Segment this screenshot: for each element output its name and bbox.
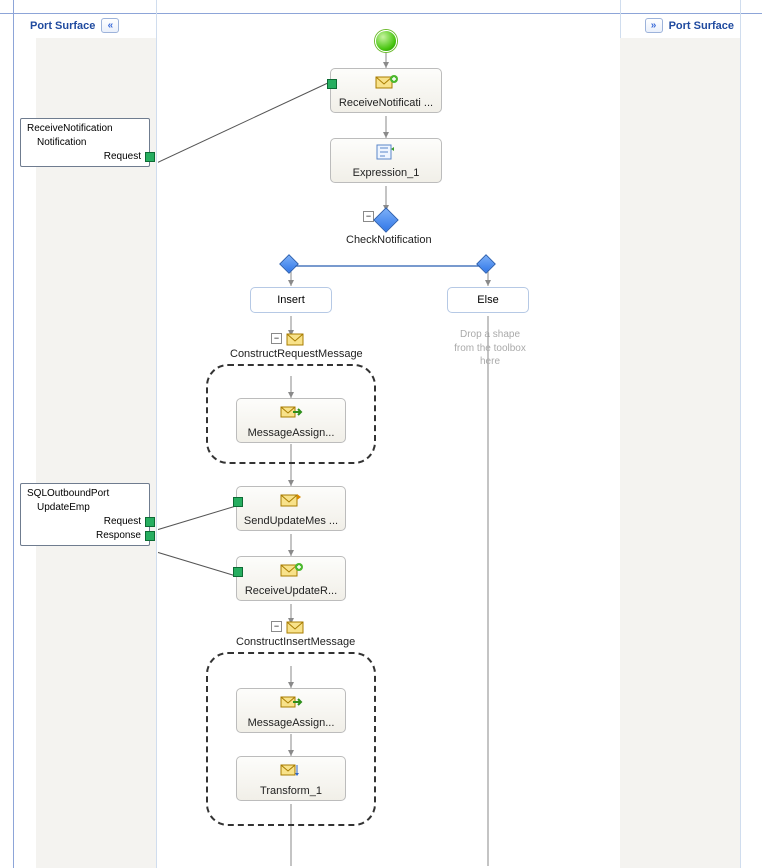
- scope-label: ConstructRequestMessage: [230, 348, 363, 360]
- scope-toggle[interactable]: −: [271, 333, 282, 344]
- shape-label: Transform_1: [260, 785, 322, 797]
- decision-label: CheckNotification: [346, 234, 432, 246]
- shape-receive-update[interactable]: ReceiveUpdateR...: [236, 556, 346, 601]
- port-operation-response: Response: [96, 530, 141, 541]
- decision-check-notification[interactable]: [373, 207, 398, 232]
- orchestration-canvas[interactable]: ReceiveNotificati ... Expression_1 − Che…: [158, 16, 738, 866]
- shape-label: SendUpdateMes ...: [244, 515, 338, 527]
- port-receive-notification[interactable]: ReceiveNotification Notification Request: [20, 118, 150, 167]
- branch-diamond-right: [476, 254, 496, 274]
- shape-send-update[interactable]: SendUpdateMes ...: [236, 486, 346, 531]
- collapse-left-icon[interactable]: «: [101, 18, 119, 33]
- right-margin-line: [740, 0, 741, 868]
- decision-collapse-toggle[interactable]: −: [363, 211, 374, 222]
- shape-receive-notification[interactable]: ReceiveNotificati ...: [330, 68, 442, 113]
- receive-message-icon: [279, 561, 303, 582]
- shape-expression-1[interactable]: Expression_1: [330, 138, 442, 183]
- port-channel: UpdateEmp: [27, 502, 143, 513]
- branch-insert[interactable]: Insert: [250, 287, 332, 313]
- branch-label: Insert: [277, 294, 305, 306]
- port-name: ReceiveNotification: [27, 123, 143, 134]
- shape-label: MessageAssign...: [248, 427, 335, 439]
- port-pin-icon[interactable]: [145, 152, 155, 162]
- shape-label: ReceiveNotificati ...: [339, 97, 433, 109]
- port-divider-left: [156, 0, 157, 868]
- branch-label: Else: [477, 294, 498, 306]
- receive-message-icon: [374, 73, 398, 94]
- shape-pin-icon[interactable]: [233, 497, 243, 507]
- port-surface-label-left: Port Surface: [30, 20, 95, 32]
- expression-icon: [374, 143, 398, 164]
- port-name: SQLOutboundPort: [27, 488, 143, 499]
- shape-label: Expression_1: [353, 167, 420, 179]
- port-sql-outbound[interactable]: SQLOutboundPort UpdateEmp Request Respon…: [20, 483, 150, 546]
- shape-pin-icon[interactable]: [327, 79, 337, 89]
- shape-label: MessageAssign...: [248, 717, 335, 729]
- message-assign-icon: [279, 693, 303, 714]
- scope-label: ConstructInsertMessage: [236, 636, 355, 648]
- port-pin-icon[interactable]: [145, 517, 155, 527]
- branch-diamond-left: [279, 254, 299, 274]
- port-operation-request: Request: [104, 516, 141, 527]
- ruler-left: [0, 0, 14, 868]
- port-surface-header-left: Port Surface «: [30, 18, 119, 33]
- shape-label: ReceiveUpdateR...: [245, 585, 337, 597]
- shape-pin-icon[interactable]: [233, 567, 243, 577]
- send-message-icon: [279, 491, 303, 512]
- port-pin-icon[interactable]: [145, 531, 155, 541]
- else-drop-placeholder: Drop a shapefrom the toolboxhere: [450, 328, 530, 369]
- shape-message-assign-1[interactable]: MessageAssign...: [236, 398, 346, 443]
- start-shape[interactable]: [375, 30, 397, 52]
- message-assign-icon: [279, 403, 303, 424]
- branch-else[interactable]: Else: [447, 287, 529, 313]
- transform-icon: [279, 761, 303, 782]
- ruler-top: [0, 0, 762, 14]
- shape-message-assign-2[interactable]: MessageAssign...: [236, 688, 346, 733]
- shape-transform-1[interactable]: Transform_1: [236, 756, 346, 801]
- port-operation: Request: [104, 151, 141, 162]
- port-channel: Notification: [27, 137, 143, 148]
- scope-toggle[interactable]: −: [271, 621, 282, 632]
